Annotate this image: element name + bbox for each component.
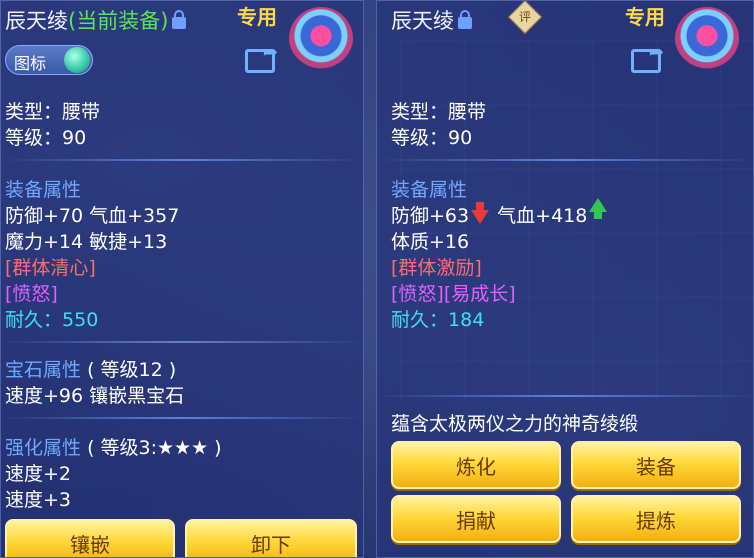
durability-value: 550 [62,309,99,331]
refine-button[interactable]: 炼化 [391,441,561,489]
item-description: 蕴含太极两仪之力的神奇绫缎 [391,413,639,435]
equip-button[interactable]: 装备 [571,441,741,489]
icon-toggle[interactable]: 图标 [5,45,93,75]
exclusive-label: 专用 [625,5,665,29]
special-skill: [群体清心] [5,257,96,279]
attribute-line: 防御+63 气血+418 [391,198,609,228]
gem-level: ( 等级12 ) [87,359,177,381]
increase-arrow-icon [589,198,608,219]
review-icon[interactable]: 评 [508,1,542,34]
durability: 耐久：184 [391,305,484,332]
belt-item-icon [289,7,353,71]
lock-icon[interactable] [458,10,472,29]
toggle-knob [64,47,90,73]
special-skill: [群体激励] [391,257,482,279]
item-type: 类型：腰带 [391,101,487,123]
share-icon[interactable] [245,42,278,73]
item-title: 辰天绫(当前装备) [5,5,187,35]
item-type: 类型：腰带 [5,101,101,123]
divider [1,159,363,161]
divider [377,159,753,161]
belt-item-icon [675,7,739,71]
enhance-level: ( 等级3:★★★ ) [87,437,222,459]
divider [377,395,753,397]
unequip-button[interactable]: 卸下 [185,519,357,557]
special-effect: [愤怒] [5,283,58,305]
durability: 耐久：550 [5,305,98,332]
durability-label: 耐久： [5,309,63,331]
gem-header: 宝石属性 [5,359,82,381]
attribute-line: 防御+70 气血+357 [5,205,180,227]
item-name: 辰天绫 [391,9,454,33]
extract-button[interactable]: 提炼 [571,495,741,543]
exclusive-label: 专用 [237,5,277,29]
enhance-section-title: 强化属性 ( 等级3:★★★ ) [5,433,222,460]
gem-section-title: 宝石属性 ( 等级12 ) [5,355,176,382]
current-equipped-tag: (当前装备) [68,9,169,33]
divider [1,417,363,419]
special-effect: [愤怒][易成长] [391,283,516,305]
icon-toggle-label: 图标 [14,54,47,73]
attributes-header: 装备属性 [5,179,82,201]
divider [1,341,363,343]
defense-value: 防御+63 [391,205,470,227]
decrease-arrow-icon [471,202,490,224]
attribute-line: 魔力+14 敏捷+13 [5,231,168,253]
attribute-line: 体质+16 [391,231,470,253]
donate-button[interactable]: 捐献 [391,495,561,543]
inlay-button[interactable]: 镶嵌 [5,519,175,557]
share-icon[interactable] [631,42,664,73]
lock-icon[interactable] [172,10,187,29]
durability-value: 184 [448,309,485,331]
enhance-attribute: 速度+2 [5,463,72,485]
compare-item-panel: 辰天绫 评 专用 类型：腰带 等级：90 装备属性 防御+63 气血+418 体… [376,0,754,558]
item-name: 辰天绫 [5,9,68,33]
enhance-attribute: 速度+3 [5,489,72,511]
item-title: 辰天绫 [391,5,472,35]
current-equipment-panel: 辰天绫(当前装备) 专用 图标 类型：腰带 等级：90 装备属性 防御+70 气… [0,0,364,558]
hp-value: 气血+418 [497,205,588,227]
enhance-header: 强化属性 [5,437,82,459]
gem-attribute: 速度+96 镶嵌黑宝石 [5,385,185,407]
item-level: 等级：90 [5,127,87,149]
attributes-header: 装备属性 [391,179,468,201]
review-icon-label: 评 [518,10,531,24]
durability-label: 耐久： [391,309,449,331]
item-level: 等级：90 [391,127,473,149]
